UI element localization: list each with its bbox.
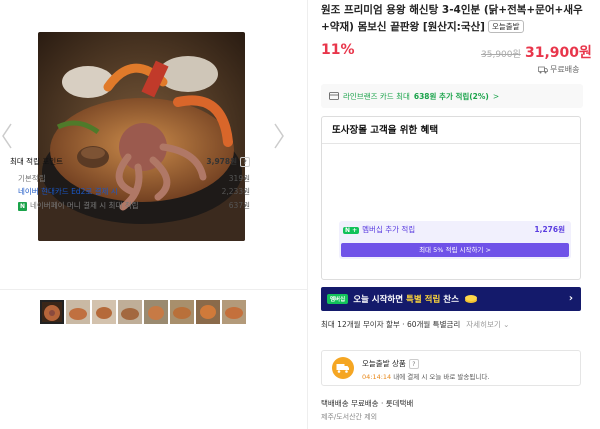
naver-card-row[interactable]: 네이버 현대카드 Ed2로 결제 시 2,233원 bbox=[18, 186, 250, 197]
product-gallery bbox=[0, 0, 307, 429]
membership-value: 1,276원 bbox=[534, 225, 565, 234]
product-title: 원조 프리미엄 용왕 해신탕 3-4인분 (닭+전복+문어+새우+약재) 몸보신… bbox=[321, 2, 583, 36]
truck-icon bbox=[538, 66, 548, 73]
installment-more-link[interactable]: 자세히보기 ⌄ bbox=[466, 319, 509, 330]
delivery-info: 택배배송 무료배송 · 롯데택배 bbox=[321, 399, 414, 408]
sale-price: 31,900원 bbox=[525, 45, 592, 61]
thumbnail-5[interactable] bbox=[144, 300, 168, 324]
thumbnail-4[interactable] bbox=[118, 300, 142, 324]
membership-row: N + 멤버십 추가 적립 1,276원 bbox=[343, 224, 565, 235]
membership-promo-banner[interactable]: 멤버십 오늘 시작하면 특별 적립 찬스 › bbox=[321, 287, 581, 311]
card-banner-arrow: > bbox=[492, 91, 500, 101]
card-benefit-banner[interactable]: 라인브랜즈 카드 최대 638원 추가 적립(2%) > bbox=[321, 84, 583, 108]
column-divider bbox=[307, 0, 308, 429]
original-price: 35,900원 bbox=[481, 50, 521, 60]
promo-text-suffix: 찬스 bbox=[443, 295, 459, 305]
membership-label: 멤버십 추가 적립 bbox=[362, 225, 416, 234]
today-ship-badge: 오늘출발 bbox=[487, 20, 524, 33]
coin-icon bbox=[464, 295, 477, 303]
membership-start-button[interactable]: 최대 5% 적립 시작하기 > bbox=[341, 243, 569, 257]
today-ship-title: 오늘출발 상품? bbox=[362, 358, 419, 369]
today-ship-desc-text: 내에 결제 시 오늘 바로 발송됩니다. bbox=[393, 373, 490, 381]
naver-card-link[interactable]: 네이버 현대카드 Ed2로 결제 시 bbox=[18, 186, 118, 197]
promo-text: 오늘 시작하면 특별 적립 찬스 bbox=[353, 293, 459, 305]
npay-label[interactable]: 네이버페이 머니 결제 시 최대 적립 bbox=[30, 201, 139, 210]
today-ship-desc: 04:14:14 내에 결제 시 오늘 바로 발송됩니다. bbox=[362, 371, 489, 381]
thumbnail-7[interactable] bbox=[196, 300, 220, 324]
basic-points-value: 319원 bbox=[228, 174, 250, 183]
today-ship-title-text: 오늘출발 상품 bbox=[362, 359, 406, 368]
installment-text: 최대 12개월 무이자 할부 · 60개월 특별금리 bbox=[321, 320, 461, 329]
truck-icon bbox=[332, 357, 354, 379]
npay-badge-icon: N bbox=[18, 202, 27, 211]
thumbnail-3[interactable] bbox=[92, 300, 116, 324]
thumbnail-6[interactable] bbox=[170, 300, 194, 324]
product-title-text: 원조 프리미엄 용왕 해신탕 3-4인분 (닭+전복+문어+새우+약재) 몸보신… bbox=[321, 4, 583, 33]
membership-box: N + 멤버십 추가 적립 1,276원 최대 5% 적립 시작하기 > bbox=[339, 221, 571, 259]
promo-text-prefix: 오늘 시작하면 bbox=[353, 295, 404, 305]
chevron-left-icon[interactable] bbox=[0, 122, 14, 150]
question-icon[interactable]: ? bbox=[408, 358, 419, 369]
today-ship-countdown: 04:14:14 bbox=[362, 373, 392, 381]
today-ship-box: 오늘출발 상품? 04:14:14 내에 결제 시 오늘 바로 발송됩니다. bbox=[321, 350, 581, 386]
card-icon bbox=[329, 92, 339, 100]
promo-text-highlight: 특별 적립 bbox=[406, 295, 441, 305]
thumb-divider bbox=[0, 289, 307, 290]
max-points-row: 최대 적립 포인트 3,978원? bbox=[10, 156, 250, 167]
thumbnail-2[interactable] bbox=[66, 300, 90, 324]
card-banner-prefix: 라인브랜즈 카드 최대 bbox=[343, 91, 410, 101]
thumbnail-strip bbox=[40, 300, 246, 324]
discount-rate: 11% bbox=[321, 42, 355, 58]
thumbnail-1[interactable] bbox=[40, 300, 64, 324]
shipping-info: 무료배송 bbox=[538, 64, 579, 75]
max-points-label: 최대 적립 포인트 bbox=[10, 157, 64, 166]
chevron-right-icon[interactable] bbox=[272, 122, 286, 150]
installment-row: 최대 12개월 무이자 할부 · 60개월 특별금리 자세히보기 ⌄ bbox=[321, 319, 509, 330]
delivery-exclusion: 제주/도서산간 제외 bbox=[321, 413, 378, 421]
membership-badge: 멤버십 bbox=[327, 294, 349, 304]
max-points-value: 3,978원 bbox=[206, 157, 237, 166]
basic-points-row: 기본적립 319원 bbox=[18, 173, 250, 184]
thumbnail-8[interactable] bbox=[222, 300, 246, 324]
naver-plus-badge: N + bbox=[343, 227, 360, 234]
chevron-right-icon: › bbox=[568, 293, 573, 304]
card-banner-amount: 638원 추가 적립(2%) bbox=[413, 91, 489, 101]
npay-row[interactable]: N 네이버페이 머니 결제 시 최대 적립 637원 bbox=[18, 200, 250, 211]
npay-value: 637원 bbox=[228, 201, 250, 210]
benefits-heading: 또사장몰 고객을 위한 혜택 bbox=[322, 117, 580, 144]
shipping-label: 무료배송 bbox=[550, 65, 580, 74]
naver-card-value: 2,233원 bbox=[221, 187, 250, 196]
product-page: 원조 프리미엄 용왕 해신탕 3-4인분 (닭+전복+문어+새우+약재) 몸보신… bbox=[0, 0, 600, 429]
question-icon[interactable]: ? bbox=[240, 157, 250, 167]
basic-points-label: 기본적립 bbox=[18, 174, 46, 183]
